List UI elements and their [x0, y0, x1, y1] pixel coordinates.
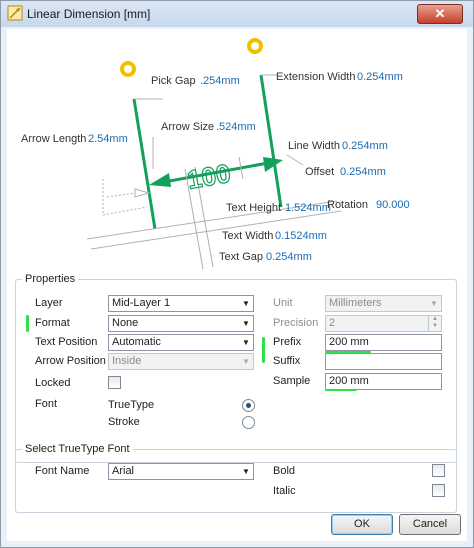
font-label: Font [35, 398, 58, 410]
pick-gap-label: Pick Gap [151, 75, 196, 87]
arrow-length-label: Arrow Length [21, 133, 87, 145]
text-gap-value: 0.254mm [266, 251, 312, 263]
sample-label: Sample [273, 375, 311, 387]
spinner-arrows-icon[interactable]: ▲ ▼ [428, 316, 441, 331]
font-name-value: Arial [112, 465, 135, 477]
pad-circle-right [247, 38, 263, 54]
cancel-button[interactable]: Cancel [399, 514, 461, 535]
precision-value: 2 [329, 317, 336, 329]
format-label: Format [35, 317, 70, 329]
rotation-label: Rotation [327, 199, 368, 211]
font-name-select[interactable]: Arial ▼ [108, 463, 254, 480]
text-width-value: 0.1524mm [275, 230, 327, 242]
stroke-radio[interactable] [242, 416, 255, 429]
pick-gap-value: .254mm [200, 75, 240, 87]
arrow-position-select[interactable]: Inside ▼ [108, 353, 254, 370]
text-position-select[interactable]: Automatic ▼ [108, 334, 254, 351]
suffix-label: Suffix [273, 355, 301, 367]
arrow-length-value: 2.54mm [88, 133, 128, 145]
prefix-value: 200 mm [329, 336, 369, 348]
bold-checkbox[interactable] [432, 464, 445, 477]
unit-select[interactable]: Millimeters ▼ [325, 295, 442, 312]
locked-label: Locked [35, 377, 71, 389]
format-value: None [112, 317, 139, 329]
bold-label: Bold [273, 465, 296, 477]
dialog-body: 100 Pick Gap .254mm Extension Width 0.25… [7, 29, 467, 541]
truetype-label: TrueType [108, 399, 155, 411]
text-position-label: Text Position [35, 336, 98, 348]
close-button[interactable]: ✕ [417, 4, 463, 24]
arrow-position-label: Arrow Position [35, 355, 106, 367]
sample-value: 200 mm [329, 375, 369, 387]
title-bar[interactable]: Linear Dimension [mm] ✕ [1, 1, 473, 27]
text-height-label: Text Height [226, 202, 282, 214]
prefix-suffix-highlight-mark [262, 337, 265, 363]
dimension-text: 100 [185, 158, 233, 195]
line-width-value: 0.254mm [342, 140, 388, 152]
chevron-down-icon: ▼ [242, 338, 250, 347]
window-title: Linear Dimension [mm] [27, 7, 151, 21]
prefix-label: Prefix [273, 336, 302, 348]
stroke-label: Stroke [108, 416, 140, 428]
format-select[interactable]: None ▼ [108, 315, 254, 332]
layer-label: Layer [35, 297, 63, 309]
italic-checkbox[interactable] [432, 484, 445, 497]
extension-line-left [132, 98, 157, 230]
truetype-font-legend: Select TrueType Font [25, 443, 130, 455]
arrow-length-guide [102, 179, 151, 216]
chevron-down-icon: ▼ [242, 467, 250, 476]
layer-select[interactable]: Mid-Layer 1 ▼ [108, 295, 254, 312]
unit-value: Millimeters [329, 297, 382, 309]
suffix-input[interactable] [325, 353, 442, 370]
layer-value: Mid-Layer 1 [112, 297, 171, 309]
sample-field[interactable]: 200 mm [325, 373, 442, 390]
font-name-label: Font Name [35, 465, 90, 477]
locked-checkbox[interactable] [108, 376, 121, 389]
rotation-value: 90.000 [376, 199, 410, 211]
sample-underline-mark [325, 389, 357, 391]
extension-line-right [259, 74, 283, 208]
format-highlight-mark [26, 315, 29, 332]
properties-legend: Properties [25, 273, 76, 285]
arrow-size-label: Arrow Size [161, 121, 215, 133]
text-position-value: Automatic [112, 336, 161, 348]
arrow-position-value: Inside [112, 355, 142, 367]
chevron-down-icon: ▼ [242, 357, 250, 366]
text-gap-label: Text Gap [219, 251, 264, 263]
unit-label: Unit [273, 297, 293, 309]
ok-button[interactable]: OK [331, 514, 393, 535]
prefix-input[interactable]: 200 mm [325, 334, 442, 351]
dialog-window: Linear Dimension [mm] ✕ 100 Pick Gap .25… [0, 0, 474, 548]
text-height-value: 1.524mm [285, 202, 331, 214]
italic-label: Italic [273, 485, 296, 497]
offset-label: Offset [305, 166, 335, 178]
pad-circle-left [120, 61, 136, 77]
line-width-label: Line Width [288, 140, 340, 152]
chevron-down-icon: ▼ [430, 299, 438, 308]
arrow-size-value: .524mm [216, 121, 256, 133]
offset-value: 0.254mm [340, 166, 386, 178]
close-icon: ✕ [434, 6, 446, 21]
extension-width-value: 0.254mm [357, 71, 403, 83]
dimension-tool-icon [7, 5, 23, 21]
precision-spinner[interactable]: 2 ▲ ▼ [325, 315, 442, 332]
extension-width-label: Extension Width [276, 71, 356, 83]
chevron-down-icon: ▼ [242, 319, 250, 328]
truetype-radio[interactable] [242, 399, 255, 412]
precision-label: Precision [273, 317, 319, 329]
chevron-down-icon: ▼ [242, 299, 250, 308]
text-width-label: Text Width [222, 230, 274, 242]
